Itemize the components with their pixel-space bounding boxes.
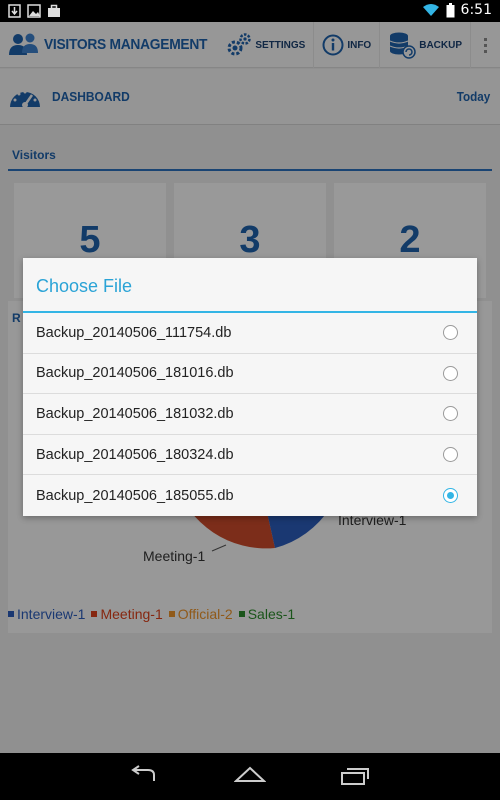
- radio-button[interactable]: [443, 447, 458, 463]
- recent-apps-icon[interactable]: [340, 765, 372, 785]
- file-list-item[interactable]: Backup_20140506_181016.db: [23, 354, 477, 395]
- file-name: Backup_20140506_181016.db: [36, 365, 234, 382]
- system-nav-bar: [0, 753, 500, 800]
- download-icon: [8, 4, 21, 18]
- radio-button[interactable]: [443, 325, 458, 341]
- file-list-item[interactable]: Backup_20140506_180324.db: [23, 435, 477, 476]
- image-icon: [27, 4, 41, 18]
- file-name: Backup_20140506_180324.db: [36, 446, 234, 463]
- status-bar: 6:51: [0, 0, 500, 22]
- file-list-item[interactable]: Backup_20140506_111754.db: [23, 313, 477, 354]
- battery-icon: [446, 2, 455, 17]
- home-icon[interactable]: [234, 765, 266, 785]
- briefcase-icon: [48, 4, 60, 17]
- radio-button[interactable]: [443, 365, 458, 381]
- file-list-item[interactable]: Backup_20140506_185055.db: [23, 475, 477, 516]
- file-list-item[interactable]: Backup_20140506_181032.db: [23, 394, 477, 435]
- notification-icons: [8, 4, 61, 18]
- dialog-title: Choose File: [36, 276, 133, 296]
- choose-file-dialog: Choose File Backup_20140506_111754.db Ba…: [23, 258, 477, 516]
- back-icon[interactable]: [128, 765, 160, 785]
- radio-button[interactable]: [443, 406, 458, 422]
- clock: 6:51: [460, 2, 492, 18]
- file-name: Backup_20140506_185055.db: [36, 487, 234, 504]
- wifi-icon: [422, 4, 439, 16]
- radio-button-selected[interactable]: [443, 488, 458, 504]
- file-list: Backup_20140506_111754.db Backup_2014050…: [23, 313, 477, 516]
- file-name: Backup_20140506_181032.db: [36, 405, 234, 422]
- file-name: Backup_20140506_111754.db: [36, 324, 232, 341]
